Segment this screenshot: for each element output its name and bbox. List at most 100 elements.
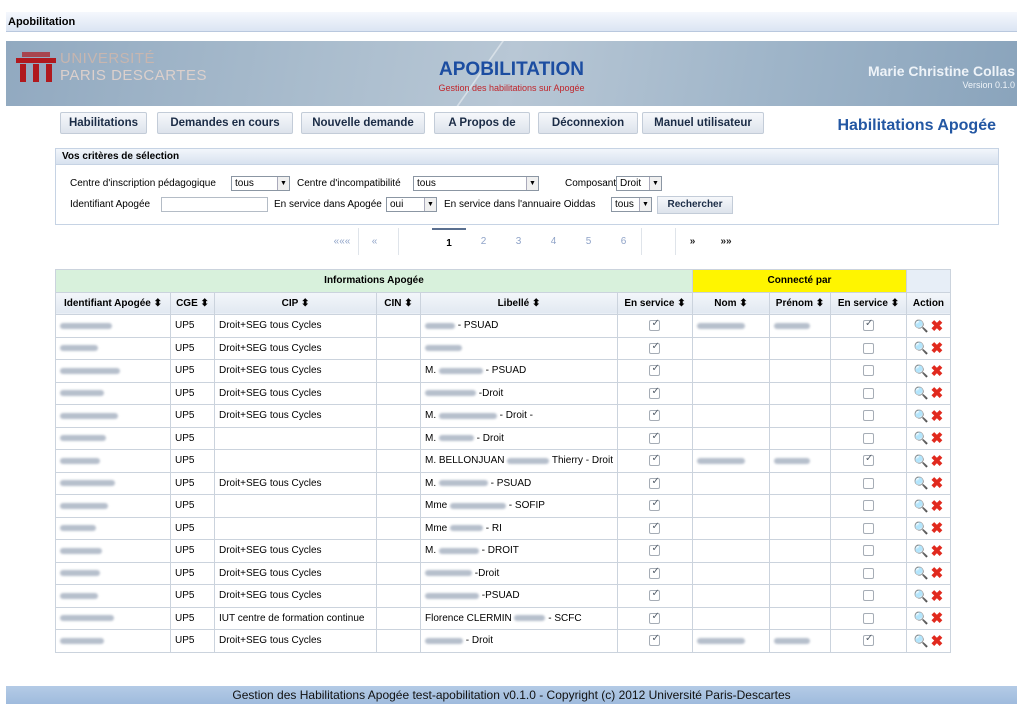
cell-en-service bbox=[616, 471, 693, 495]
magnifier-icon[interactable]: 🔍 bbox=[914, 521, 929, 535]
col-cip[interactable]: CIP ⬍ bbox=[214, 291, 377, 315]
pager-last[interactable]: »» bbox=[709, 228, 743, 255]
checkbox-icon bbox=[862, 318, 874, 332]
red-x-icon[interactable]: ✖ bbox=[931, 452, 944, 470]
redacted-text bbox=[425, 322, 455, 329]
checkbox-icon bbox=[649, 521, 661, 534]
pager-page-2[interactable]: 2 bbox=[466, 228, 501, 255]
magnifier-icon[interactable]: 🔍 bbox=[914, 499, 929, 513]
service-apogee-value: oui bbox=[390, 199, 404, 210]
cell-conn-en-service bbox=[829, 359, 907, 383]
magnifier-icon[interactable]: 🔍 bbox=[914, 454, 929, 468]
nav-deconnexion[interactable]: Déconnexion bbox=[538, 112, 638, 134]
nav-habilitations[interactable]: Habilitations bbox=[60, 112, 147, 134]
magnifier-icon[interactable]: 🔍 bbox=[914, 544, 929, 558]
magnifier-icon[interactable]: 🔍 bbox=[914, 566, 929, 580]
incompat-select[interactable]: tous ▼ bbox=[413, 176, 539, 191]
centre-label: Centre d'inscription pédagogique bbox=[70, 178, 216, 189]
red-x-icon[interactable]: ✖ bbox=[931, 632, 944, 650]
composante-select[interactable]: Droit ▼ bbox=[616, 176, 662, 191]
red-x-icon[interactable]: ✖ bbox=[931, 587, 944, 605]
cell-prenom bbox=[768, 426, 831, 450]
cell-conn-en-service bbox=[829, 606, 907, 630]
page-footer: Gestion des Habilitations Apogée test-ap… bbox=[6, 686, 1017, 704]
magnifier-icon[interactable]: 🔍 bbox=[914, 476, 929, 490]
magnifier-icon[interactable]: 🔍 bbox=[914, 364, 929, 378]
pager-page-3[interactable]: 3 bbox=[501, 228, 536, 255]
table-row: UP5 M. - Droit 🔍✖ bbox=[55, 426, 951, 450]
search-button[interactable]: Rechercher bbox=[657, 196, 733, 214]
cell-en-service bbox=[616, 336, 693, 360]
libelle-suffix: - Droit bbox=[476, 432, 504, 444]
pager-prev[interactable]: « bbox=[358, 228, 390, 255]
checkbox-icon bbox=[862, 612, 874, 624]
nav-demandes-en-cours[interactable]: Demandes en cours bbox=[157, 112, 293, 134]
red-x-icon[interactable]: ✖ bbox=[931, 542, 944, 560]
cell-cge: UP5 bbox=[170, 404, 215, 428]
col-en-service[interactable]: En service ⬍ bbox=[616, 291, 693, 315]
red-x-icon[interactable]: ✖ bbox=[931, 474, 944, 492]
pager-page-4[interactable]: 4 bbox=[536, 228, 571, 255]
red-x-icon[interactable]: ✖ bbox=[931, 519, 944, 537]
service-annuaire-select[interactable]: tous ▼ bbox=[611, 197, 652, 212]
cell-en-service bbox=[616, 314, 693, 338]
cell-libelle bbox=[420, 336, 618, 360]
col-cge[interactable]: CGE ⬍ bbox=[170, 291, 215, 315]
red-x-icon[interactable]: ✖ bbox=[931, 317, 944, 335]
magnifier-icon[interactable]: 🔍 bbox=[914, 386, 929, 400]
red-x-icon[interactable]: ✖ bbox=[931, 362, 944, 380]
libelle-suffix: - RI bbox=[485, 522, 502, 534]
red-x-icon[interactable]: ✖ bbox=[931, 384, 944, 402]
red-x-icon[interactable]: ✖ bbox=[931, 339, 944, 357]
cell-cge: UP5 bbox=[170, 359, 215, 383]
red-x-icon[interactable]: ✖ bbox=[931, 609, 944, 627]
service-annuaire-value: tous bbox=[615, 199, 634, 210]
col-conn-en-service[interactable]: En service ⬍ bbox=[829, 291, 907, 315]
cell-prenom bbox=[768, 336, 831, 360]
table-row: UP5 M. BELLONJUAN Thierry - Droit 🔍✖ bbox=[55, 449, 951, 473]
cell-identifiant bbox=[55, 426, 171, 450]
service-apogee-select[interactable]: oui ▼ bbox=[386, 197, 437, 212]
nav-manuel-utilisateur[interactable]: Manuel utilisateur bbox=[642, 112, 764, 134]
col-prenom[interactable]: Prénom ⬍ bbox=[768, 291, 831, 315]
cell-cip: Droit+SEG tous Cycles bbox=[214, 539, 377, 563]
cell-cin bbox=[376, 359, 421, 383]
col-nom[interactable]: Nom ⬍ bbox=[691, 291, 770, 315]
redacted-text bbox=[425, 390, 476, 397]
cell-action: 🔍 ✖ bbox=[905, 426, 951, 450]
cell-conn-en-service bbox=[829, 426, 907, 450]
redacted-text bbox=[438, 435, 474, 442]
red-x-icon[interactable]: ✖ bbox=[931, 407, 944, 425]
magnifier-icon[interactable]: 🔍 bbox=[914, 611, 929, 625]
nav-nouvelle-demande[interactable]: Nouvelle demande bbox=[301, 112, 425, 134]
col-cin[interactable]: CIN ⬍ bbox=[376, 291, 421, 315]
cell-cin bbox=[376, 449, 421, 473]
redacted-text bbox=[60, 570, 100, 577]
magnifier-icon[interactable]: 🔍 bbox=[914, 589, 929, 603]
nav-a-propos[interactable]: A Propos de bbox=[434, 112, 530, 134]
ident-input[interactable] bbox=[161, 197, 268, 212]
magnifier-icon[interactable]: 🔍 bbox=[914, 319, 929, 333]
magnifier-icon[interactable]: 🔍 bbox=[914, 341, 929, 355]
ident-label: Identifiant Apogée bbox=[70, 199, 151, 210]
service-annuaire-label: En service dans l'annuaire Oiddas bbox=[444, 199, 596, 210]
cell-nom bbox=[691, 539, 770, 563]
col-identifiant[interactable]: Identifiant Apogée ⬍ bbox=[55, 291, 171, 315]
red-x-icon[interactable]: ✖ bbox=[931, 497, 944, 515]
pager-page-1[interactable]: 1 bbox=[432, 228, 466, 255]
cell-nom bbox=[691, 494, 770, 518]
pager-next[interactable]: » bbox=[675, 228, 709, 255]
pager-first[interactable]: ««« bbox=[326, 228, 358, 255]
cell-conn-en-service bbox=[829, 561, 907, 585]
cell-nom bbox=[691, 381, 770, 405]
composante-label: Composante bbox=[565, 178, 622, 189]
col-libelle[interactable]: Libellé ⬍ bbox=[420, 291, 618, 315]
pager-page-5[interactable]: 5 bbox=[571, 228, 606, 255]
red-x-icon[interactable]: ✖ bbox=[931, 564, 944, 582]
centre-select[interactable]: tous ▼ bbox=[231, 176, 290, 191]
red-x-icon[interactable]: ✖ bbox=[931, 429, 944, 447]
pager-page-6[interactable]: 6 bbox=[606, 228, 641, 255]
magnifier-icon[interactable]: 🔍 bbox=[914, 634, 929, 648]
magnifier-icon[interactable]: 🔍 bbox=[914, 409, 929, 423]
magnifier-icon[interactable]: 🔍 bbox=[914, 431, 929, 445]
